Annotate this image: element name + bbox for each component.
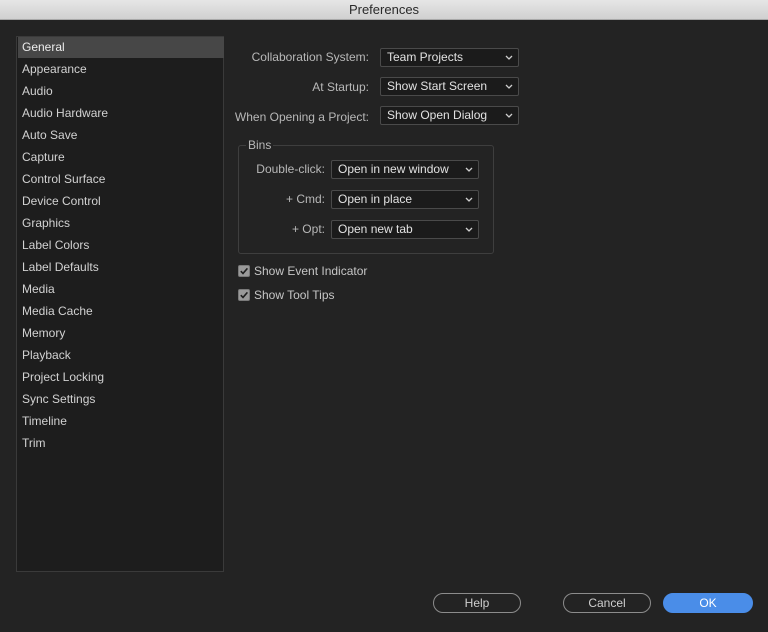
collaboration-system-label: Collaboration System: bbox=[251, 50, 369, 64]
collaboration-system-dropdown[interactable]: Team Projects bbox=[380, 48, 519, 67]
sidebar-item-device-control[interactable]: Device Control bbox=[18, 191, 224, 212]
opt-modifier-value: Open new tab bbox=[338, 222, 413, 236]
show-event-indicator-checkbox[interactable] bbox=[238, 265, 250, 277]
cmd-modifier-value: Open in place bbox=[338, 192, 413, 206]
preferences-sidebar: General Appearance Audio Audio Hardware … bbox=[16, 36, 224, 572]
sidebar-item-audio[interactable]: Audio bbox=[18, 81, 224, 102]
at-startup-dropdown[interactable]: Show Start Screen bbox=[380, 77, 519, 96]
chevron-down-icon bbox=[465, 227, 473, 232]
chevron-down-icon bbox=[465, 197, 473, 202]
help-button[interactable]: Help bbox=[433, 593, 521, 613]
show-tool-tips-row[interactable]: Show Tool Tips bbox=[238, 287, 335, 303]
checkmark-icon bbox=[240, 267, 249, 275]
double-click-label: Double-click: bbox=[256, 162, 325, 176]
when-opening-project-dropdown[interactable]: Show Open Dialog bbox=[380, 106, 519, 125]
bins-group-title: Bins bbox=[246, 137, 274, 153]
sidebar-item-auto-save[interactable]: Auto Save bbox=[18, 125, 224, 146]
sidebar-item-media-cache[interactable]: Media Cache bbox=[18, 301, 224, 322]
sidebar-item-audio-hardware[interactable]: Audio Hardware bbox=[18, 103, 224, 124]
double-click-dropdown[interactable]: Open in new window bbox=[331, 160, 479, 179]
chevron-down-icon bbox=[505, 113, 513, 118]
at-startup-label: At Startup: bbox=[312, 80, 369, 94]
at-startup-value: Show Start Screen bbox=[387, 79, 488, 93]
checkmark-icon bbox=[240, 291, 249, 299]
sidebar-item-graphics[interactable]: Graphics bbox=[18, 213, 224, 234]
sidebar-item-trim[interactable]: Trim bbox=[18, 433, 224, 454]
sidebar-item-capture[interactable]: Capture bbox=[18, 147, 224, 168]
sidebar-item-control-surface[interactable]: Control Surface bbox=[18, 169, 224, 190]
cmd-modifier-label: + Cmd: bbox=[285, 192, 325, 206]
sidebar-item-timeline[interactable]: Timeline bbox=[18, 411, 224, 432]
sidebar-item-sync-settings[interactable]: Sync Settings bbox=[18, 389, 224, 410]
sidebar-item-label-colors[interactable]: Label Colors bbox=[18, 235, 224, 256]
sidebar-item-label-defaults[interactable]: Label Defaults bbox=[18, 257, 224, 278]
sidebar-item-appearance[interactable]: Appearance bbox=[18, 59, 224, 80]
sidebar-item-memory[interactable]: Memory bbox=[18, 323, 224, 344]
sidebar-item-playback[interactable]: Playback bbox=[18, 345, 224, 366]
cmd-modifier-dropdown[interactable]: Open in place bbox=[331, 190, 479, 209]
show-tool-tips-checkbox[interactable] bbox=[238, 289, 250, 301]
when-opening-project-value: Show Open Dialog bbox=[387, 108, 488, 122]
window-title: Preferences bbox=[0, 0, 768, 20]
ok-button[interactable]: OK bbox=[663, 593, 753, 613]
when-opening-project-label: When Opening a Project: bbox=[234, 110, 369, 124]
sidebar-item-general[interactable]: General bbox=[18, 37, 224, 58]
cancel-button[interactable]: Cancel bbox=[563, 593, 651, 613]
chevron-down-icon bbox=[465, 167, 473, 172]
show-event-indicator-label: Show Event Indicator bbox=[254, 264, 368, 278]
chevron-down-icon bbox=[505, 84, 513, 89]
opt-modifier-dropdown[interactable]: Open new tab bbox=[331, 220, 479, 239]
collaboration-system-value: Team Projects bbox=[387, 50, 464, 64]
chevron-down-icon bbox=[505, 55, 513, 60]
sidebar-item-media[interactable]: Media bbox=[18, 279, 224, 300]
double-click-value: Open in new window bbox=[338, 162, 449, 176]
sidebar-item-project-locking[interactable]: Project Locking bbox=[18, 367, 224, 388]
show-tool-tips-label: Show Tool Tips bbox=[254, 288, 335, 302]
opt-modifier-label: + Opt: bbox=[291, 222, 325, 236]
show-event-indicator-row[interactable]: Show Event Indicator bbox=[238, 263, 367, 279]
